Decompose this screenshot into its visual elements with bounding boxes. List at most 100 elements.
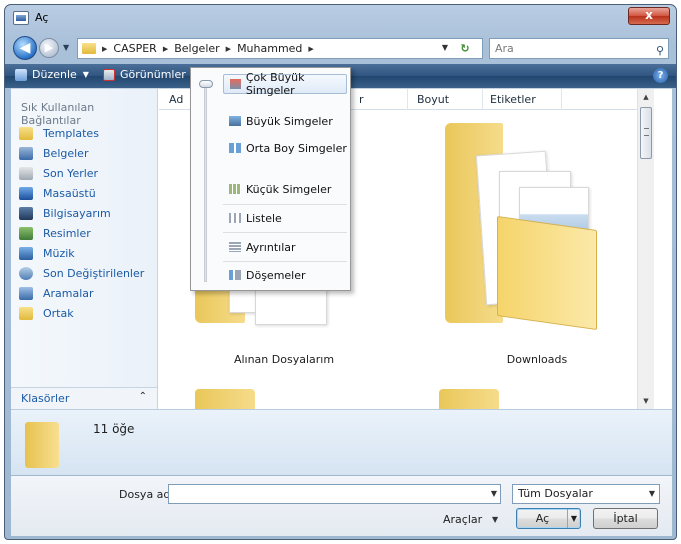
- folder-item-downloads[interactable]: Downloads: [437, 113, 637, 371]
- breadcrumb-casper[interactable]: CASPER: [113, 42, 156, 55]
- view-large-icons[interactable]: Büyük Simgeler: [223, 111, 347, 131]
- nav-item-aramalar[interactable]: Aramalar: [19, 283, 144, 303]
- folder-front: [497, 215, 597, 331]
- nav-item-label: Belgeler: [43, 146, 89, 160]
- close-button[interactable]: x: [628, 7, 670, 25]
- help-icon[interactable]: ?: [653, 68, 668, 83]
- menu-separator: [223, 204, 347, 205]
- desktop-icon: [19, 186, 33, 200]
- folder-icon: [19, 126, 33, 140]
- chevron-down-icon[interactable]: ▼: [492, 515, 498, 524]
- chevron-up-icon[interactable]: ⌃: [139, 391, 147, 402]
- refresh-icon[interactable]: ↻: [452, 40, 478, 58]
- view-medium-icons[interactable]: Orta Boy Simgeler: [223, 138, 347, 158]
- item-label: Alınan Dosyalarım: [233, 353, 335, 366]
- chevron-right-icon[interactable]: ▶: [308, 45, 313, 53]
- back-button[interactable]: ◀: [13, 36, 37, 60]
- column-tags[interactable]: Etiketler: [490, 93, 536, 106]
- breadcrumb-muhammed[interactable]: Muhammed: [237, 42, 302, 55]
- list-icon: [229, 213, 241, 223]
- view-details[interactable]: Ayrıntılar: [223, 237, 347, 257]
- chevron-down-icon[interactable]: ▼: [491, 489, 497, 498]
- views-label: Görünümler: [120, 68, 186, 81]
- address-row: ◀ ▶ ▼ ▶ CASPER ▶ Belgeler ▶ Muhammed ▶ ▼…: [5, 33, 676, 63]
- tools-button[interactable]: Araçlar: [443, 513, 482, 526]
- cancel-button[interactable]: İptal: [593, 508, 658, 529]
- filetype-value: Tüm Dosyalar: [518, 487, 593, 500]
- nav-item-bilgisayarim[interactable]: Bilgisayarım: [19, 203, 144, 223]
- folder-icon: [25, 422, 59, 468]
- organize-button[interactable]: Düzenle ▼: [15, 68, 89, 81]
- open-button[interactable]: Aç ▼: [516, 508, 581, 529]
- filetype-select[interactable]: Tüm Dosyalar ▼: [512, 484, 660, 504]
- scroll-up-button[interactable]: ▲: [638, 89, 654, 105]
- nav-item-masaustu[interactable]: Masaüstü: [19, 183, 144, 203]
- folders-toggle[interactable]: Klasörler ⌃: [11, 387, 157, 409]
- chevron-right-icon[interactable]: ▶: [163, 45, 168, 53]
- extra-large-icons-icon: [230, 79, 241, 89]
- dialog-footer: Dosya adı: ▼ Tüm Dosyalar ▼ Araçlar ▼ Aç…: [11, 476, 672, 536]
- menu-separator: [223, 232, 347, 233]
- menu-item-label: Büyük Simgeler: [246, 114, 333, 128]
- nav-item-son-degistirilenler[interactable]: Son Değiştirilenler: [19, 263, 144, 283]
- forward-button[interactable]: ▶: [39, 38, 59, 58]
- filename-input[interactable]: ▼: [168, 484, 501, 504]
- music-icon: [19, 246, 33, 260]
- recent-pages-dropdown[interactable]: ▼: [63, 43, 69, 52]
- menu-item-label: Ayrıntılar: [246, 240, 296, 254]
- view-size-slider-track[interactable]: [204, 84, 207, 282]
- recent-places-icon: [19, 166, 33, 180]
- search-placeholder: Ara: [495, 42, 514, 55]
- nav-item-resimler[interactable]: Resimler: [19, 223, 144, 243]
- details-pane: 11 öğe: [11, 409, 672, 475]
- medium-icons-icon: [229, 143, 241, 153]
- chevron-right-icon[interactable]: ▶: [226, 45, 231, 53]
- view-small-icons[interactable]: Küçük Simgeler: [223, 179, 347, 199]
- chevron-right-icon[interactable]: ▶: [102, 45, 107, 53]
- view-tiles[interactable]: Döşemeler: [223, 265, 347, 285]
- open-split-dropdown[interactable]: ▼: [567, 509, 580, 528]
- views-button[interactable]: Görünümler: [103, 68, 186, 81]
- breadcrumb-belgeler[interactable]: Belgeler: [174, 42, 219, 55]
- view-size-slider-thumb[interactable]: [199, 80, 213, 88]
- vertical-scrollbar[interactable]: ▲ ▼: [637, 89, 654, 409]
- details-icon: [229, 242, 241, 252]
- address-bar[interactable]: ▶ CASPER ▶ Belgeler ▶ Muhammed ▶ ▼ ↻: [77, 38, 483, 59]
- nav-item-son-yerler[interactable]: Son Yerler: [19, 163, 144, 183]
- small-icons-icon: [229, 184, 241, 194]
- column-separator[interactable]: [407, 89, 408, 110]
- organize-icon: [15, 68, 27, 81]
- organize-label: Düzenle: [32, 68, 77, 81]
- scroll-thumb[interactable]: [640, 107, 652, 159]
- scroll-down-button[interactable]: ▼: [638, 393, 654, 409]
- nav-item-muzik[interactable]: Müzik: [19, 243, 144, 263]
- column-size[interactable]: Boyut: [417, 93, 449, 106]
- view-extra-large-icons[interactable]: Çok Büyük Simgeler: [223, 71, 347, 97]
- large-icons-icon: [229, 116, 241, 126]
- recently-changed-icon: [19, 266, 33, 280]
- column-name[interactable]: Ad: [169, 93, 183, 106]
- nav-item-belgeler[interactable]: Belgeler: [19, 143, 144, 163]
- view-list[interactable]: Listele: [223, 208, 347, 228]
- column-separator[interactable]: [561, 89, 562, 110]
- folder-item-partial[interactable]: [195, 389, 255, 409]
- nav-item-templates[interactable]: Templates: [19, 123, 144, 143]
- column-separator[interactable]: [482, 89, 483, 110]
- computer-icon: [19, 206, 33, 220]
- nav-item-ortak[interactable]: Ortak: [19, 303, 144, 323]
- item-label: Downloads: [506, 353, 568, 366]
- address-dropdown[interactable]: ▼: [442, 43, 448, 52]
- grip-icon: [644, 128, 649, 136]
- folder-item-partial[interactable]: [439, 389, 499, 409]
- open-label: Aç: [535, 512, 550, 525]
- menu-item-label: Çok Büyük Simgeler: [245, 71, 305, 97]
- search-input[interactable]: Ara ⚲: [489, 38, 669, 59]
- nav-item-label: Son Yerler: [43, 166, 99, 180]
- searches-icon: [19, 286, 33, 300]
- item-count: 11 öğe: [93, 422, 135, 436]
- menu-item-label: Küçük Simgeler: [246, 182, 332, 196]
- column-partial[interactable]: r: [359, 93, 364, 106]
- nav-item-label: Templates: [43, 126, 99, 140]
- folder-icon: [82, 43, 96, 54]
- search-icon[interactable]: ⚲: [656, 41, 664, 60]
